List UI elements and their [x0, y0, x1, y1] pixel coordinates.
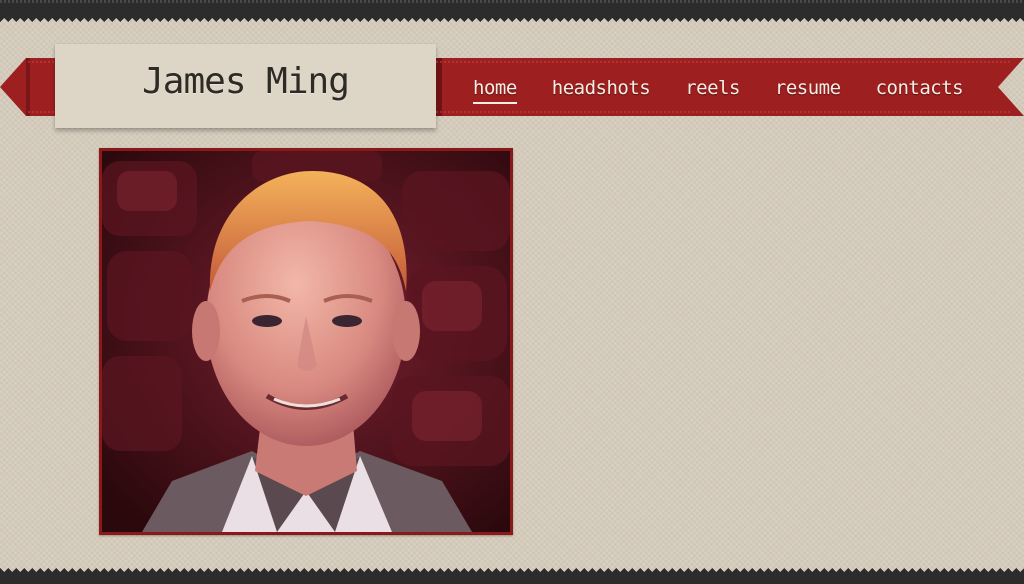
nav-item-headshots[interactable]: headshots [552, 77, 651, 99]
main-nav: home headshots reels resume contacts [436, 58, 998, 116]
left-ribbon-tail [0, 58, 58, 116]
title-card: James Ming [55, 44, 436, 128]
site-title[interactable]: James Ming [142, 61, 350, 102]
nav-item-contacts[interactable]: contacts [876, 77, 964, 99]
nav-item-resume[interactable]: resume [775, 77, 841, 99]
portrait-photo [99, 148, 513, 535]
nav-ribbon: home headshots reels resume contacts [436, 58, 1024, 116]
top-zigzag-border [0, 0, 1024, 22]
portrait-illustration [102, 151, 510, 532]
bottom-zigzag-border [0, 568, 1024, 584]
nav-item-reels[interactable]: reels [685, 77, 740, 99]
nav-item-home[interactable]: home [473, 77, 517, 104]
